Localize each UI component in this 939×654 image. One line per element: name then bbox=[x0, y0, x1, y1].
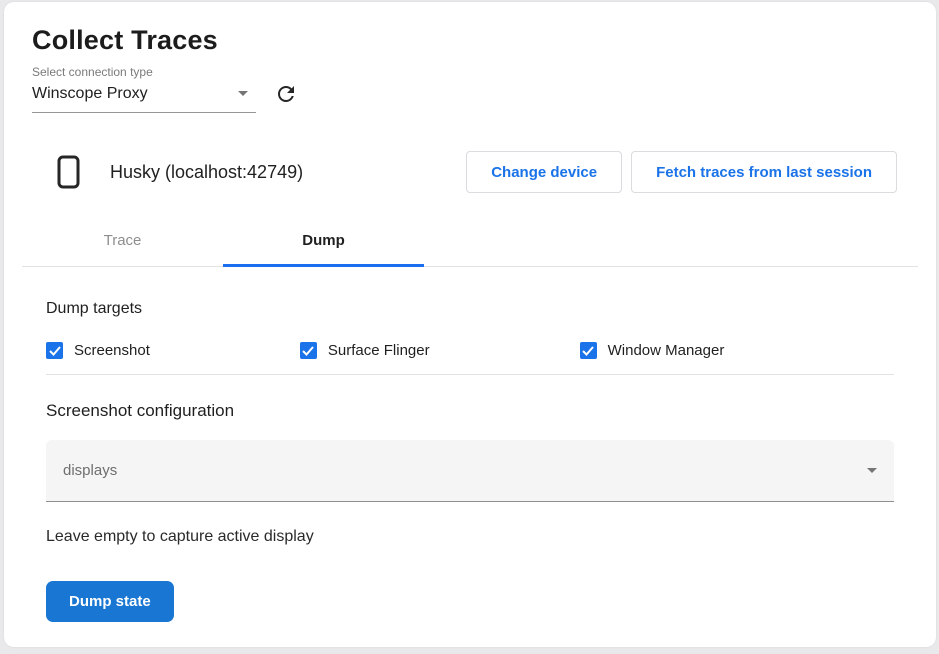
checkbox-checked-icon bbox=[300, 342, 317, 359]
smartphone-icon bbox=[57, 155, 80, 189]
dump-targets-row: Screenshot Surface Flinger Window Manage… bbox=[46, 342, 894, 359]
displays-field-label: displays bbox=[63, 462, 117, 479]
chevron-down-icon bbox=[238, 91, 248, 96]
connection-type-select[interactable]: Winscope Proxy bbox=[32, 84, 256, 113]
refresh-connection-button[interactable] bbox=[273, 81, 299, 107]
checkbox-screenshot[interactable]: Screenshot bbox=[46, 342, 150, 359]
fetch-traces-button[interactable]: Fetch traces from last session bbox=[631, 151, 897, 193]
page-title: Collect Traces bbox=[32, 24, 908, 56]
refresh-icon bbox=[274, 82, 298, 106]
device-name: Husky (localhost:42749) bbox=[110, 162, 303, 183]
chevron-down-icon bbox=[867, 468, 877, 473]
displays-select-field[interactable]: displays bbox=[46, 440, 894, 502]
tab-header: Trace Dump bbox=[22, 215, 918, 267]
dump-tab-content: Dump targets Screenshot Surface Flinger … bbox=[22, 300, 918, 622]
tab-trace[interactable]: Trace bbox=[22, 215, 223, 266]
active-tab-indicator bbox=[223, 264, 424, 267]
dump-state-button[interactable]: Dump state bbox=[46, 581, 174, 622]
device-row: Husky (localhost:42749) Change device Fe… bbox=[4, 151, 936, 193]
checkbox-window-manager[interactable]: Window Manager bbox=[580, 342, 725, 359]
screenshot-config-heading: Screenshot configuration bbox=[46, 401, 894, 421]
connection-type-label: Select connection type bbox=[32, 65, 908, 79]
checkbox-checked-icon bbox=[580, 342, 597, 359]
checkbox-label: Screenshot bbox=[74, 342, 150, 359]
checkbox-surface-flinger[interactable]: Surface Flinger bbox=[300, 342, 430, 359]
collect-traces-card: Collect Traces Select connection type Wi… bbox=[4, 2, 936, 647]
checkbox-label: Surface Flinger bbox=[328, 342, 430, 359]
checkbox-label: Window Manager bbox=[608, 342, 725, 359]
checkbox-checked-icon bbox=[46, 342, 63, 359]
dump-targets-heading: Dump targets bbox=[46, 300, 894, 318]
change-device-button[interactable]: Change device bbox=[466, 151, 622, 193]
displays-hint-text: Leave empty to capture active display bbox=[46, 528, 894, 546]
header: Collect Traces Select connection type Wi… bbox=[4, 2, 936, 113]
tab-dump[interactable]: Dump bbox=[223, 215, 424, 266]
connection-row: Winscope Proxy bbox=[32, 84, 908, 113]
section-divider bbox=[46, 374, 894, 375]
connection-type-value: Winscope Proxy bbox=[32, 84, 148, 103]
